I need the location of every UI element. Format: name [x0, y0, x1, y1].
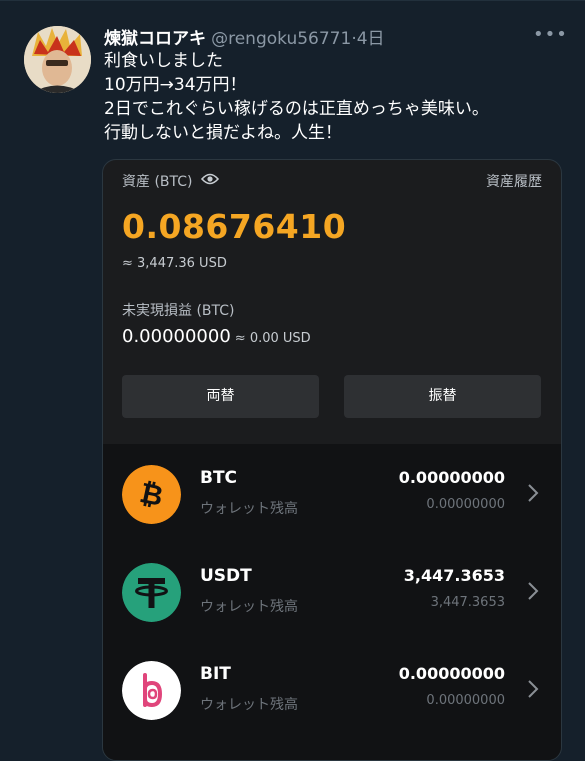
transfer-button[interactable]: 振替: [344, 375, 541, 418]
chevron-right-icon: [528, 680, 539, 698]
bit-icon: [122, 661, 181, 720]
coin-name: BTC: [200, 468, 238, 488]
exchange-button[interactable]: 両替: [122, 375, 319, 418]
unrealized-pnl-usd: ≈ 0.00 USD: [234, 331, 311, 346]
coin-amount-sub: 0.00000000: [426, 497, 505, 512]
coin-amount: 3,447.3653: [403, 566, 505, 585]
coin-row-btc[interactable]: ₿ BTC ウォレット残高 0.00000000 0.00000000: [103, 455, 561, 553]
avatar[interactable]: [24, 26, 91, 93]
tweet-line: 10万円→34万円！: [104, 75, 247, 95]
unrealized-pnl-value: 0.00000000: [122, 326, 231, 347]
coin-name: USDT: [200, 566, 252, 586]
tweet-header: 煉獄コロアキ @rengoku56771·4日: [104, 24, 385, 49]
coin-subtitle: ウォレット残高: [200, 501, 298, 517]
user-handle[interactable]: @rengoku56771: [211, 29, 351, 49]
coin-amount-sub: 3,447.3653: [430, 595, 505, 610]
asset-history-link[interactable]: 資産履歴: [486, 171, 542, 191]
coin-row-usdt[interactable]: USDT ウォレット残高 3,447.3653 3,447.3653: [103, 553, 561, 651]
tether-icon: [122, 563, 181, 622]
chevron-right-icon: [528, 484, 539, 502]
bitcoin-icon: ₿: [122, 465, 181, 524]
display-name[interactable]: 煉獄コロアキ: [104, 29, 206, 49]
unrealized-pnl-row: 0.00000000 ≈ 0.00 USD: [122, 326, 311, 347]
more-options-icon[interactable]: •••: [533, 26, 567, 44]
attached-image-card[interactable]: 資産 (BTC) 資産履歴 0.08676410 ≈ 3,447.36 USD …: [102, 159, 562, 761]
chevron-right-icon: [528, 582, 539, 600]
coin-list: ₿ BTC ウォレット残高 0.00000000 0.00000000 USDT…: [103, 444, 561, 760]
top-divider: [0, 0, 585, 1]
asset-label: 資産 (BTC): [122, 174, 193, 190]
eye-icon[interactable]: [201, 172, 219, 186]
coin-name: BIT: [200, 664, 231, 684]
tweet-time[interactable]: 4日: [357, 29, 385, 49]
balance-value: 0.08676410: [122, 207, 347, 246]
coin-subtitle: ウォレット残高: [200, 697, 298, 713]
tweet-line: 行動しないと損だよね。人生！: [104, 123, 342, 143]
coin-amount-sub: 0.00000000: [426, 693, 505, 708]
tweet-line: 2日でこれぐらい稼げるのは正直めっちゃ美味い。: [104, 99, 489, 119]
coin-amount: 0.00000000: [398, 468, 505, 487]
coin-subtitle: ウォレット残高: [200, 599, 298, 615]
balance-usd: ≈ 3,447.36 USD: [122, 256, 227, 271]
coin-amount: 0.00000000: [398, 664, 505, 683]
tweet-line: 利食いしました: [104, 51, 223, 71]
coin-row-bit[interactable]: BIT ウォレット残高 0.00000000 0.00000000: [103, 651, 561, 749]
tweet-text: 利食いしました 10万円→34万円！ 2日でこれぐらい稼げるのは正直めっちゃ美味…: [104, 49, 574, 145]
unrealized-pnl-label: 未実現損益 (BTC): [122, 303, 235, 319]
